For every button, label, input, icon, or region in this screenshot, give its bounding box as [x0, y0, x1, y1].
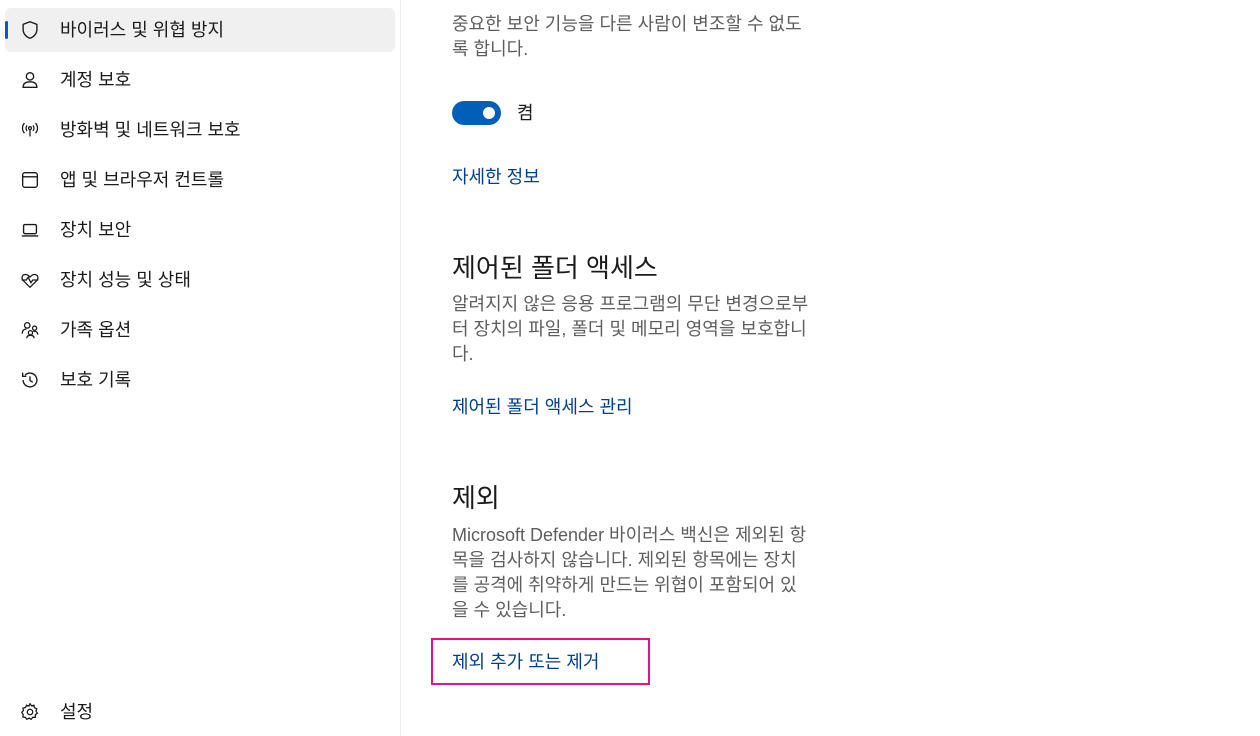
- family-icon: [19, 319, 41, 341]
- selection-indicator: [5, 21, 8, 39]
- exclusions-description-line-1: Microsoft Defender 바이러스 백신은 제외된 항: [452, 525, 807, 545]
- sidebar-item-protection-history[interactable]: 보호 기록: [5, 358, 395, 402]
- manage-controlled-folder-access-link[interactable]: 제어된 폴더 액세스 관리: [452, 395, 633, 419]
- sidebar-item-app-browser-control[interactable]: 앱 및 브라우저 컨트롤: [5, 158, 395, 202]
- sidebar-item-virus-protection[interactable]: 바이러스 및 위협 방지: [5, 8, 395, 52]
- add-or-remove-exclusions-link[interactable]: 제외 추가 또는 제거: [452, 650, 599, 674]
- folder-access-description-line-2: 터 장치의 파일, 폴더 및 메모리 영역을 보호합니: [452, 319, 807, 339]
- sidebar-item-label: 방화벽 및 네트워크 보호: [60, 120, 241, 140]
- toggle-state-label: 켬: [517, 103, 534, 123]
- controlled-folder-access-title: 제어된 폴더 액세스: [452, 253, 658, 283]
- gear-icon: [19, 701, 41, 723]
- exclusions-description-line-4: 을 수 있습니다.: [452, 600, 567, 620]
- sidebar-item-label: 장치 성능 및 상태: [60, 270, 191, 290]
- learn-more-link[interactable]: 자세한 정보: [452, 165, 540, 189]
- sidebar-divider: [400, 0, 401, 736]
- sidebar-item-label: 앱 및 브라우저 컨트롤: [60, 170, 225, 190]
- laptop-icon: [19, 219, 41, 241]
- tamper-protection-toggle[interactable]: [452, 101, 501, 125]
- sidebar-item-label: 장치 보안: [60, 220, 132, 240]
- tamper-protection-description-line-1: 중요한 보안 기능을 다른 사람이 변조할 수 없도: [452, 14, 802, 34]
- sidebar-item-label: 보호 기록: [60, 370, 132, 390]
- exclusions-description-line-3: 를 공격에 취약하게 만드는 위협이 포함되어 있: [452, 575, 797, 595]
- heart-pulse-icon: [19, 269, 41, 291]
- exclusions-description-line-2: 목을 검사하지 않습니다. 제외된 항목에는 장치: [452, 550, 797, 570]
- sidebar-item-device-health[interactable]: 장치 성능 및 상태: [5, 258, 395, 302]
- toggle-knob: [483, 107, 495, 119]
- sidebar-item-label: 가족 옵션: [60, 320, 132, 340]
- sidebar-item-settings[interactable]: 설정: [5, 690, 395, 734]
- sidebar-item-label: 설정: [60, 702, 94, 722]
- navigation-sidebar: 바이러스 및 위협 방지 계정 보호 방화벽 및 네트워크 보호 앱 및 브라우…: [0, 0, 400, 736]
- sidebar-item-label: 바이러스 및 위협 방지: [60, 20, 225, 40]
- browser-window-icon: [19, 169, 41, 191]
- folder-access-description-line-3: 다.: [452, 344, 474, 364]
- history-icon: [19, 369, 41, 391]
- folder-access-description-line-1: 알려지지 않은 응용 프로그램의 무단 변경으로부: [452, 294, 809, 314]
- sidebar-item-firewall[interactable]: 방화벽 및 네트워크 보호: [5, 108, 395, 152]
- sidebar-item-account-protection[interactable]: 계정 보호: [5, 58, 395, 102]
- exclusions-title: 제외: [452, 483, 500, 513]
- sidebar-item-family-options[interactable]: 가족 옵션: [5, 308, 395, 352]
- sidebar-item-label: 계정 보호: [60, 70, 132, 90]
- antenna-icon: [19, 119, 41, 141]
- shield-icon: [19, 19, 41, 41]
- sidebar-item-device-security[interactable]: 장치 보안: [5, 208, 395, 252]
- tamper-protection-description-line-2: 록 합니다.: [452, 39, 529, 59]
- person-icon: [19, 69, 41, 91]
